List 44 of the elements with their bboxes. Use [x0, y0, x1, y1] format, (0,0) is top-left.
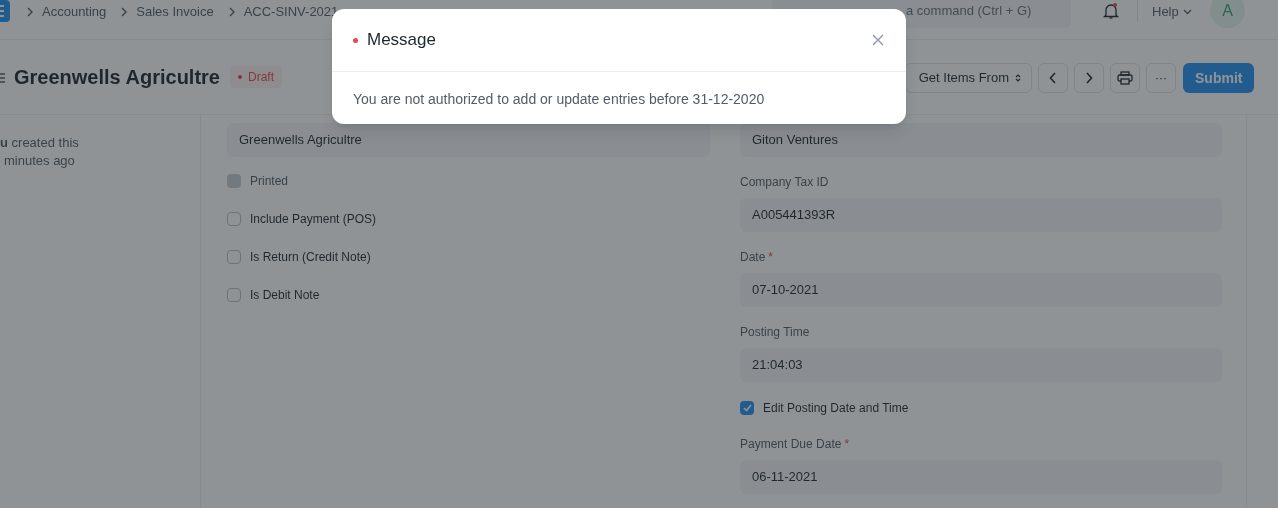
printer-icon: [1117, 71, 1133, 85]
input-field[interactable]: Greenwells Agricultre: [227, 123, 710, 157]
print-button[interactable]: [1110, 63, 1140, 93]
chevron-right-icon: [227, 6, 236, 17]
notification-bell-icon[interactable]: [1102, 2, 1120, 20]
chevron-right-icon: [120, 6, 129, 17]
input-field[interactable]: 21:04:03: [740, 348, 1222, 382]
checkbox[interactable]: [227, 288, 241, 302]
field-label: Date *: [740, 249, 775, 265]
input-field[interactable]: A005441393R: [740, 198, 1222, 232]
more-button[interactable]: ···: [1146, 63, 1176, 93]
previous-button[interactable]: [1038, 63, 1068, 93]
field-label: Payment Due Date *: [740, 436, 851, 452]
checkbox-label: Printed: [250, 173, 289, 190]
next-button[interactable]: [1074, 63, 1104, 93]
checkbox[interactable]: [740, 401, 754, 415]
chevron-right-icon: [1085, 72, 1093, 84]
breadcrumb-link[interactable]: Accounting: [42, 2, 107, 22]
checkbox[interactable]: [227, 212, 241, 226]
activity-time: minutes ago: [3, 152, 76, 170]
status-badge: Draft: [230, 66, 282, 88]
page-title: Greenwells Agricultre: [14, 65, 220, 90]
field-label: Company Tax ID: [740, 174, 830, 190]
help-menu[interactable]: Help: [1152, 2, 1192, 22]
input-field[interactable]: 07-10-2021: [740, 273, 1222, 307]
field-label: Posting Time: [740, 324, 811, 340]
submit-button[interactable]: Submit: [1183, 63, 1255, 93]
chevron-right-icon: [26, 6, 34, 17]
checkbox-label: Is Return (Credit Note): [250, 249, 371, 266]
input-field[interactable]: 06-11-2021: [740, 460, 1222, 494]
checkbox-label: Is Debit Note: [250, 287, 320, 304]
activity-text: u created this: [0, 134, 80, 152]
checkbox-label: Edit Posting Date and Time: [763, 400, 909, 417]
caret-down-icon: [1182, 8, 1192, 15]
get-items-dropdown[interactable]: Get Items From: [905, 63, 1032, 93]
input-field[interactable]: Giton Ventures: [740, 123, 1222, 157]
checkbox-label: Include Payment (POS): [250, 211, 377, 228]
dialog-message: You are not authorized to add or update entries before 31-12-2020: [352, 90, 766, 109]
breadcrumb-link[interactable]: Sales Invoice: [136, 2, 214, 22]
dialog-title: Message: [367, 29, 436, 52]
checkbox[interactable]: [227, 250, 241, 264]
close-icon[interactable]: [872, 34, 884, 46]
sort-caret-icon: [1015, 73, 1021, 83]
chevron-left-icon: [1049, 72, 1057, 84]
